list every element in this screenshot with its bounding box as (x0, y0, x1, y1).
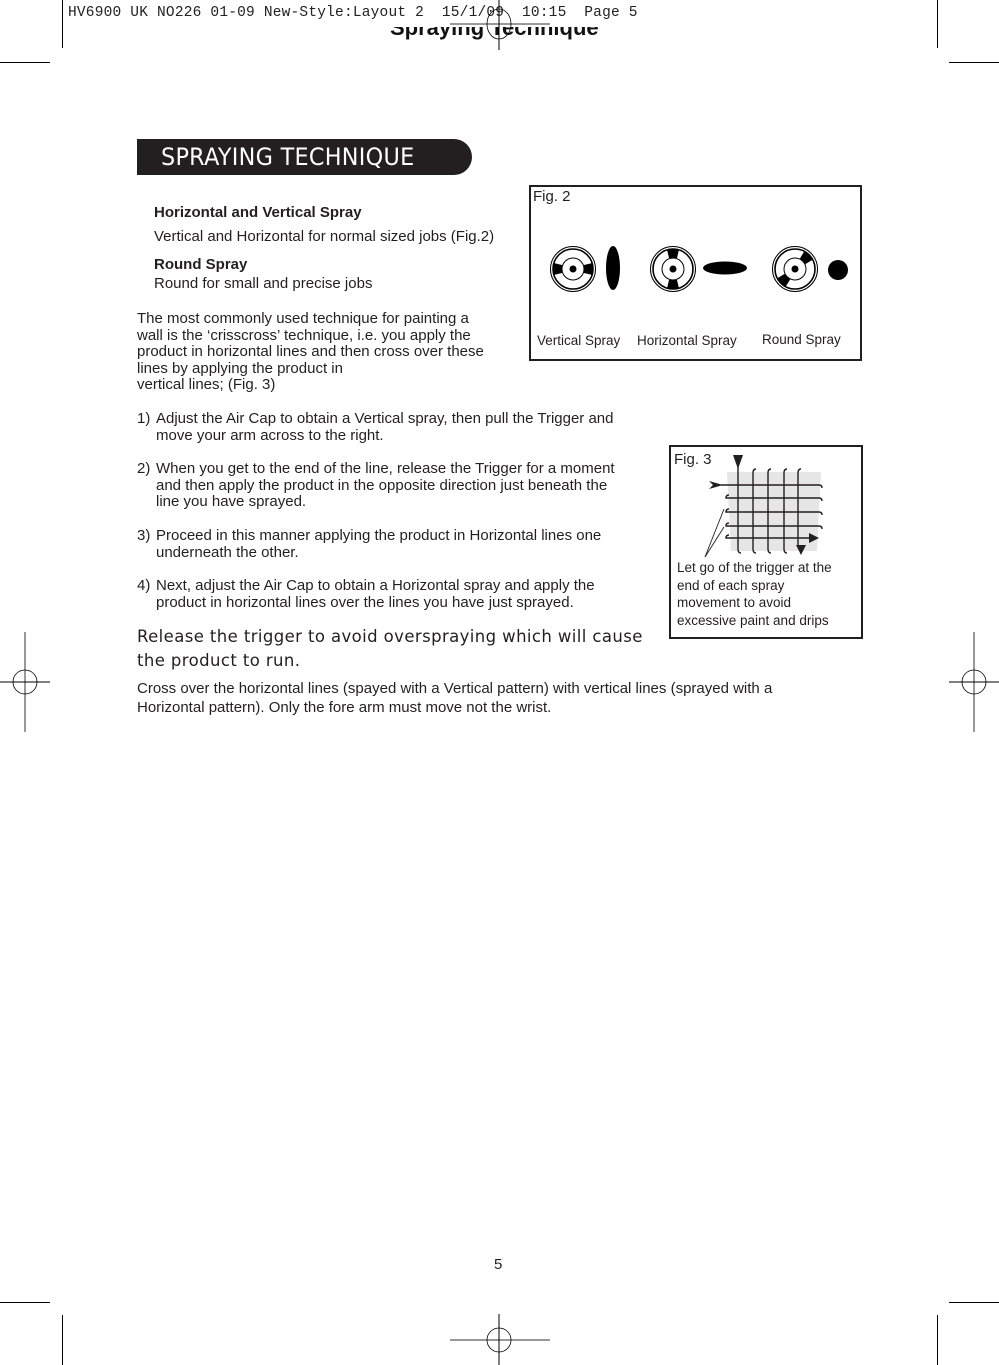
air-cap-vertical-icon (550, 246, 596, 292)
caption-round-spray: Round Spray (762, 332, 841, 347)
step-4: 4) Next, adjust the Air Cap to obtain a … (137, 577, 595, 611)
crop-mark (949, 1302, 999, 1303)
crop-mark (0, 1302, 50, 1303)
step-3: 3) Proceed in this manner applying the p… (137, 527, 602, 561)
spray-type-heading: Round Spray (154, 256, 248, 273)
print-slug: HV6900 UK NO226 01-09 New-Style:Layout 2… (68, 5, 638, 21)
figure-2: Fig. 2 Vertical Spray Horizontal Spray R… (529, 185, 862, 361)
crisscross-diagram (704, 455, 823, 558)
spray-type-description: Vertical and Horizontal for normal sized… (154, 228, 495, 245)
intro-paragraph: The most commonly used technique for pai… (137, 310, 484, 393)
crop-mark (949, 62, 999, 63)
horizontal-spray-pattern-icon (703, 261, 747, 275)
round-spray-pattern-icon (828, 260, 848, 280)
caption-vertical-spray: Vertical Spray (537, 333, 621, 348)
crossover-note: Cross over the horizontal lines (spayed … (137, 680, 773, 716)
crop-mark (62, 0, 63, 48)
crop-mark (937, 0, 938, 48)
spray-type-heading: Horizontal and Vertical Spray (154, 204, 362, 221)
registration-mark-top (450, 0, 550, 50)
registration-mark-bottom (450, 1314, 550, 1365)
caption-horizontal-spray: Horizontal Spray (637, 333, 737, 348)
registration-mark-right (949, 632, 999, 732)
figure-3: Fig. 3 Let go of the trigger at the end … (669, 445, 863, 639)
air-cap-horizontal-icon (650, 246, 696, 292)
registration-mark-left (0, 632, 50, 732)
air-cap-round-icon (772, 246, 818, 292)
step-2: 2) When you get to the end of the line, … (137, 460, 615, 510)
section-title: SPRAYING TECHNIQUE (161, 143, 415, 171)
section-title-banner: SPRAYING TECHNIQUE (137, 139, 472, 175)
page-number: 5 (494, 1256, 503, 1273)
figure-3-caption: Let go of the trigger at the end of each… (677, 560, 832, 628)
vertical-spray-pattern-icon (606, 246, 620, 290)
release-trigger-note: Release the trigger to avoid oversprayin… (137, 627, 643, 670)
step-1: 1) Adjust the Air Cap to obtain a Vertic… (137, 410, 614, 444)
crop-mark (0, 62, 50, 63)
figure-2-label: Fig. 2 (533, 188, 571, 205)
crop-mark (937, 1315, 938, 1365)
spray-type-description: Round for small and precise jobs (154, 275, 373, 292)
crop-mark (62, 1315, 63, 1365)
